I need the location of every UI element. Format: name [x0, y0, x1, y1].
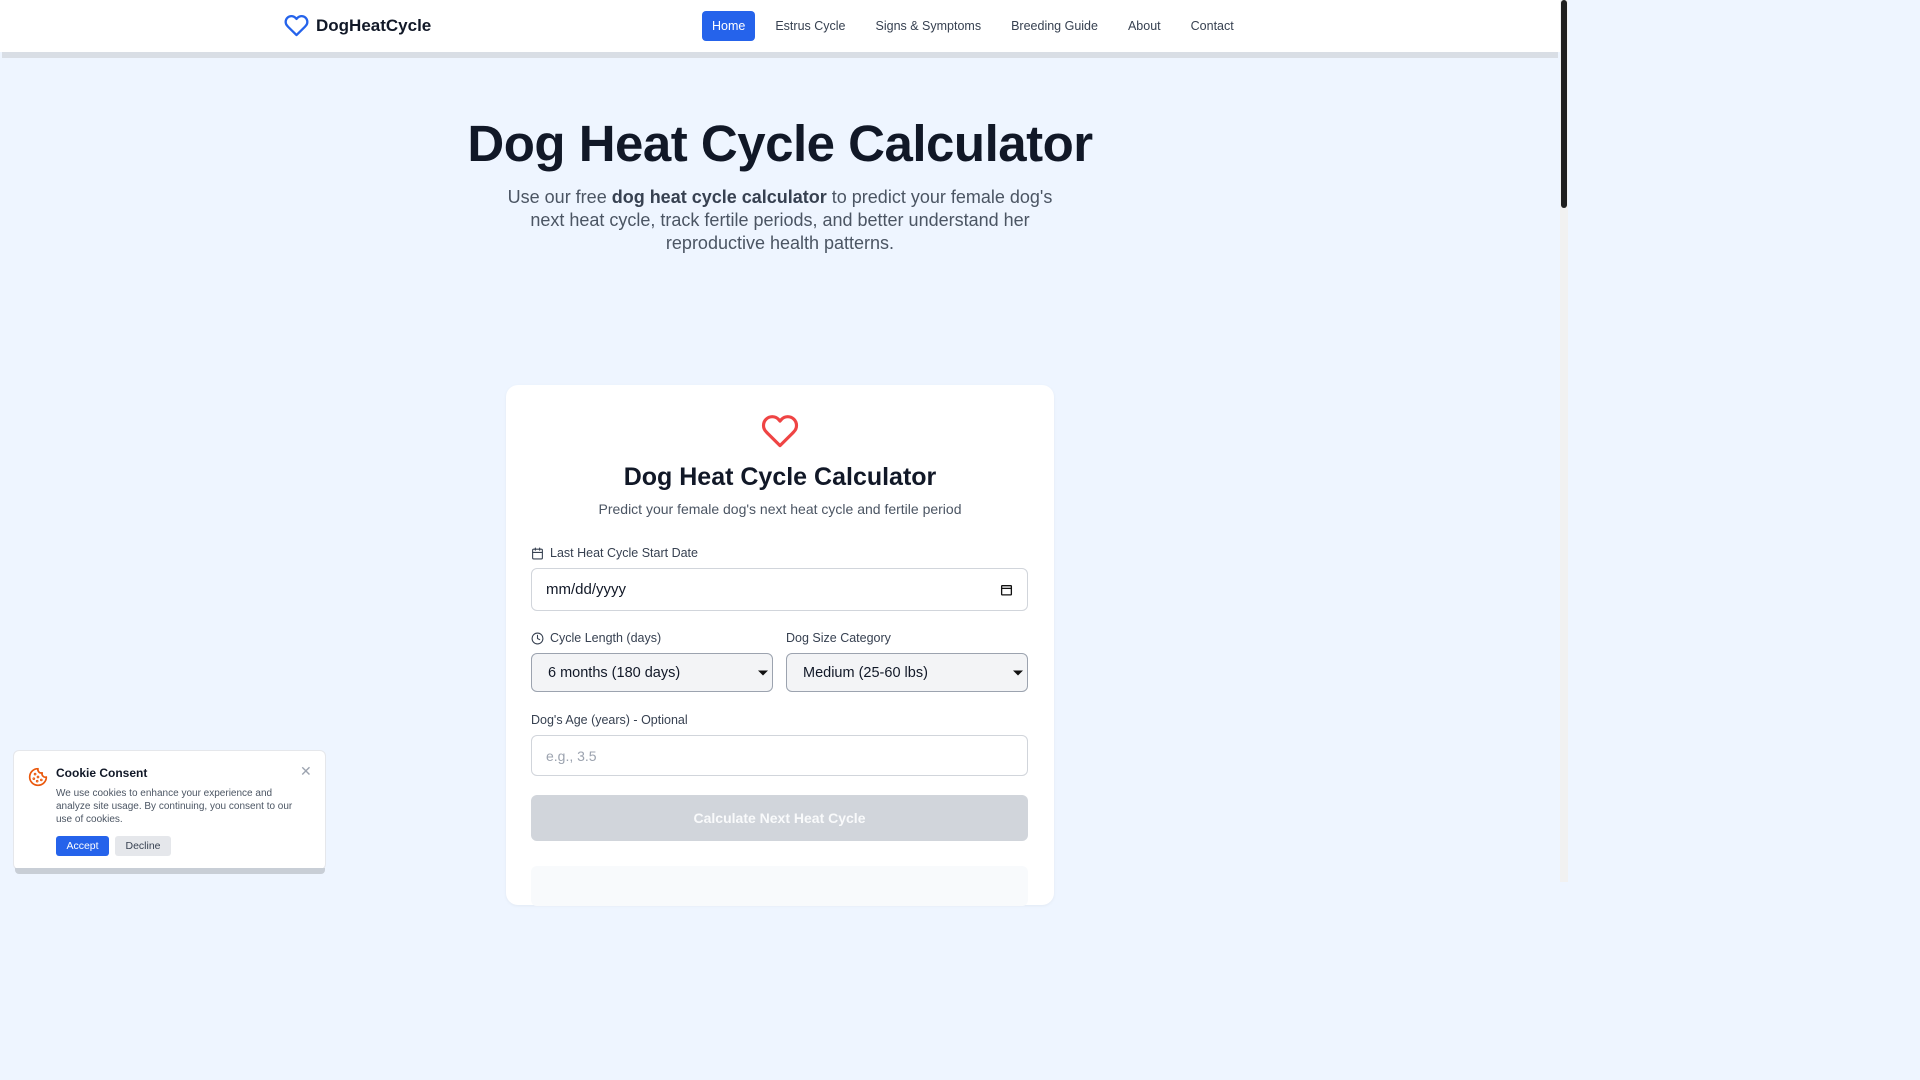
- calculate-button[interactable]: Calculate Next Heat Cycle: [531, 795, 1028, 841]
- chevron-down-icon: [758, 670, 768, 675]
- calculator-title: Dog Heat Cycle Calculator: [623, 463, 937, 491]
- nav-item-breeding-guide[interactable]: Breeding Guide: [1001, 11, 1108, 41]
- brand-name: DogHeatCycle: [316, 15, 432, 35]
- clock-icon: [531, 632, 544, 644]
- dog-size-value: Medium (25-60 lbs): [803, 664, 928, 681]
- last-heat-date-input[interactable]: mm/dd/yyyy: [531, 568, 1028, 611]
- hero-subtitle-keyword: dog heat cycle calculator: [611, 187, 827, 207]
- result-panel: [531, 866, 1028, 906]
- close-icon[interactable]: ✕: [300, 763, 312, 780]
- cookie-consent-banner: Cookie Consent We use cookies to enhance…: [13, 750, 326, 870]
- header-divider: [2, 52, 1558, 58]
- cookie-accept-button[interactable]: Accept: [56, 836, 109, 856]
- age-label-text: Dog's Age (years) - Optional: [531, 713, 688, 727]
- dog-age-label: Dog's Age (years) - Optional: [531, 713, 688, 727]
- calendar-picker-icon[interactable]: [1000, 583, 1013, 596]
- date-label-text: Last Heat Cycle Start Date: [550, 546, 698, 560]
- calendar-icon: [532, 547, 543, 559]
- chevron-down-icon: [1013, 670, 1023, 675]
- cookie-icon: [28, 767, 48, 787]
- age-placeholder: e.g., 3.5: [546, 747, 597, 764]
- cookie-title: Cookie Consent: [56, 766, 148, 780]
- cookie-banner-shadow: [15, 868, 325, 874]
- calculator-card: Dog Heat Cycle Calculator Predict your f…: [506, 385, 1054, 906]
- heart-icon: [761, 415, 799, 448]
- hero-subtitle-start: Use our free: [507, 187, 612, 207]
- nav-item-about[interactable]: About: [1118, 11, 1171, 41]
- cycle-length-value: 6 months (180 days): [548, 664, 681, 681]
- cycle-length-select[interactable]: 6 months (180 days): [531, 653, 773, 692]
- cycle-length-label: Cycle Length (days): [531, 631, 661, 645]
- page-title: Dog Heat Cycle Calculator: [467, 115, 1093, 172]
- scrollbar-thumb[interactable]: [1561, 0, 1567, 208]
- dog-size-select[interactable]: Medium (25-60 lbs): [786, 653, 1028, 692]
- hero-subtitle: Use our free dog heat cycle calculator t…: [505, 186, 1055, 255]
- brand-logo[interactable]: DogHeatCycle: [284, 13, 431, 38]
- cookie-text: We use cookies to enhance your experienc…: [56, 788, 293, 825]
- nav-item-signs-symptoms[interactable]: Signs & Symptoms: [866, 11, 992, 41]
- nav-item-estrus-cycle[interactable]: Estrus Cycle: [765, 11, 855, 41]
- calculator-subtitle: Predict your female dog's next heat cycl…: [598, 501, 962, 517]
- date-field-label: Last Heat Cycle Start Date: [531, 546, 698, 560]
- dog-age-input[interactable]: e.g., 3.5: [531, 735, 1028, 776]
- site-header: DogHeatCycle Home Estrus Cycle Signs & S…: [0, 0, 1560, 52]
- cookie-decline-button[interactable]: Decline: [115, 836, 171, 856]
- nav-item-home[interactable]: Home: [702, 11, 756, 41]
- cycle-label-text: Cycle Length (days): [550, 631, 662, 645]
- heart-icon: [284, 15, 309, 37]
- dog-size-label: Dog Size Category: [786, 631, 891, 645]
- main-nav: Home Estrus Cycle Signs & Symptoms Breed…: [702, 11, 1244, 41]
- size-label-text: Dog Size Category: [786, 631, 891, 645]
- date-input-value: mm/dd/yyyy: [546, 581, 627, 598]
- nav-item-contact[interactable]: Contact: [1181, 11, 1244, 41]
